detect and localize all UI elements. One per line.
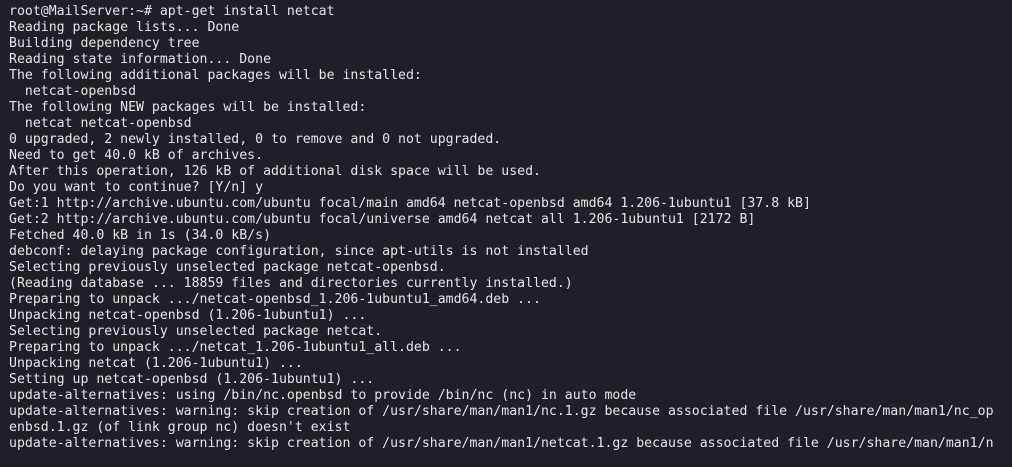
output-line: Preparing to unpack .../netcat_1.206-1ub…	[9, 340, 462, 355]
output-line: Selecting previously unselected package …	[9, 324, 383, 339]
output-line: update-alternatives: warning: skip creat…	[9, 436, 994, 451]
output-line: Reading package lists... Done	[9, 20, 240, 35]
output-line: Reading state information... Done	[9, 52, 272, 67]
output-line: Get:1 http://archive.ubuntu.com/ubuntu f…	[9, 196, 811, 211]
output-line: netcat netcat-openbsd	[9, 116, 192, 131]
output-line: Need to get 40.0 kB of archives.	[9, 148, 264, 163]
output-line: Setting up netcat-openbsd (1.206-1ubuntu…	[9, 372, 375, 387]
output-line: Unpacking netcat (1.206-1ubuntu1) ...	[9, 356, 303, 371]
output-line: Building dependency tree	[9, 36, 200, 51]
output-line: netcat-openbsd	[9, 84, 137, 99]
output-line: enbsd.1.gz (of link group nc) doesn't ex…	[9, 420, 351, 435]
output-line: The following additional packages will b…	[9, 68, 422, 83]
prompt-command-line: root@MailServer:~# apt-get install netca…	[9, 4, 335, 19]
output-line: Do you want to continue? [Y/n] y	[9, 180, 264, 195]
output-line: Selecting previously unselected package …	[9, 260, 446, 275]
output-line: After this operation, 126 kB of addition…	[9, 164, 541, 179]
output-line: update-alternatives: warning: skip creat…	[9, 404, 994, 419]
output-line: Get:2 http://archive.ubuntu.com/ubuntu f…	[9, 212, 756, 227]
output-line: The following NEW packages will be insta…	[9, 100, 367, 115]
output-line: Unpacking netcat-openbsd (1.206-1ubuntu1…	[9, 308, 367, 323]
output-line: Preparing to unpack .../netcat-openbsd_1…	[9, 292, 541, 307]
output-line: (Reading database ... 18859 files and di…	[9, 276, 573, 291]
output-line: debconf: delaying package configuration,…	[9, 244, 589, 259]
output-line: 0 upgraded, 2 newly installed, 0 to remo…	[9, 132, 502, 147]
terminal-output[interactable]: root@MailServer:~# apt-get install netca…	[0, 0, 1012, 467]
output-line: update-alternatives: using /bin/nc.openb…	[9, 388, 637, 403]
output-line: Fetched 40.0 kB in 1s (34.0 kB/s)	[9, 228, 272, 243]
